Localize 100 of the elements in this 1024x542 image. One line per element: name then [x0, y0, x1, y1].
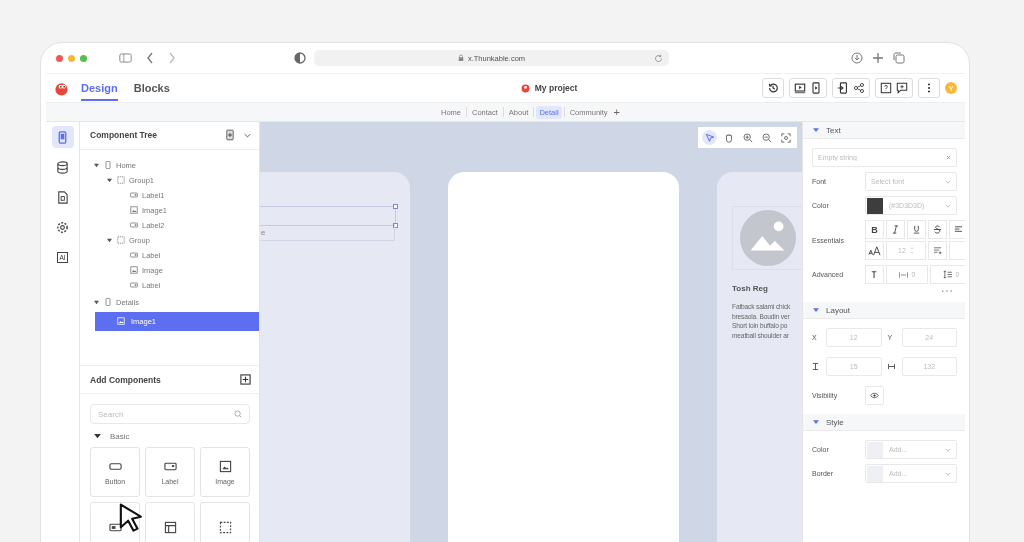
text-transform-button[interactable]: [865, 265, 884, 284]
image-icon: [218, 459, 232, 473]
underline-icon: [912, 225, 921, 234]
component-text: e: [261, 228, 266, 237]
fit-button[interactable]: [778, 130, 793, 145]
dashed-square-icon: [117, 236, 125, 245]
add-screen-icon[interactable]: [226, 129, 234, 142]
eye-icon: [870, 392, 879, 399]
phone-icon: [104, 161, 112, 170]
zoom-button[interactable]: [80, 54, 87, 62]
profile-name: Tosh Reg: [732, 284, 768, 293]
expand-caret-icon[interactable]: [94, 162, 99, 168]
label-icon: [130, 281, 138, 290]
search-icon: [234, 410, 242, 418]
expand-caret-icon[interactable]: [107, 237, 112, 243]
cursor-icon: [118, 502, 145, 534]
italic-button[interactable]: [886, 220, 905, 239]
download-icon[interactable]: [851, 52, 863, 64]
label-icon: [130, 191, 138, 200]
align-button[interactable]: [949, 220, 965, 239]
add-page-button[interactable]: +: [610, 106, 623, 118]
close-button[interactable]: [56, 54, 63, 62]
text-wrap-icon: [933, 246, 942, 255]
section-header[interactable]: Text: [803, 122, 965, 139]
zoom-out-icon: [761, 132, 772, 143]
chevron-icon: [945, 203, 951, 208]
history-button[interactable]: [762, 78, 784, 98]
sidebar-icon[interactable]: [119, 52, 132, 64]
bold-button[interactable]: B: [865, 220, 884, 239]
collapse-icon[interactable]: [244, 132, 251, 138]
search-field[interactable]: Search: [90, 404, 250, 424]
phone-icon: [56, 130, 69, 144]
section-header[interactable]: Style: [803, 414, 965, 431]
help-button[interactable]: [880, 82, 892, 94]
width-icon: [887, 363, 895, 370]
pointer-tool[interactable]: [702, 130, 717, 145]
component-tile[interactable]: [200, 502, 250, 542]
logo-icon: [54, 80, 69, 96]
panel-title: Add Components: [90, 374, 161, 385]
align-left-icon: [954, 225, 963, 234]
feedback-button[interactable]: [896, 82, 908, 94]
label-icon: [130, 221, 138, 230]
expand-caret-icon[interactable]: [107, 177, 112, 183]
project-icon: [520, 83, 530, 93]
letter-spacing-icon: [898, 271, 908, 278]
mode-tab[interactable]: Design: [81, 75, 118, 101]
selection-box[interactable]: e: [260, 224, 395, 241]
download-app-button[interactable]: [837, 82, 849, 94]
line-height-icon: [942, 270, 952, 279]
text-icon: [870, 270, 879, 279]
strikethrough-icon: [933, 225, 942, 234]
component-tile[interactable]: [145, 502, 195, 542]
comment-add-icon: [896, 82, 908, 94]
category-header[interactable]: Basic: [94, 432, 250, 441]
zoom-out-button[interactable]: [759, 130, 774, 145]
shield-icon[interactable]: [294, 52, 306, 64]
tabs-icon[interactable]: [893, 52, 905, 64]
chevron-icon: [945, 179, 951, 184]
pointer-icon: [704, 132, 715, 143]
zoom-in-button[interactable]: [740, 130, 755, 145]
visibility-toggle[interactable]: [865, 386, 884, 405]
play-icon: [794, 82, 806, 94]
image-placeholder-icon: [739, 209, 797, 267]
phone-icon: [104, 298, 112, 307]
reload-icon[interactable]: [654, 53, 663, 63]
phone-play-icon: [810, 82, 822, 94]
underline-button[interactable]: [907, 220, 926, 239]
preview-button[interactable]: [794, 82, 806, 94]
caret-icon: [813, 127, 819, 133]
back-icon[interactable]: [146, 52, 154, 64]
chevron-icon: [945, 471, 951, 476]
new-tab-icon[interactable]: [872, 52, 884, 64]
file-icon: [56, 190, 69, 204]
lock-icon: [457, 54, 464, 62]
height-icon: [812, 363, 819, 370]
caret-icon: [813, 419, 819, 425]
image-icon: [130, 206, 138, 215]
mode-tab[interactable]: Blocks: [133, 75, 170, 101]
add-icon[interactable]: [240, 374, 251, 386]
caret-icon: [94, 434, 101, 439]
share-button[interactable]: [853, 82, 865, 94]
database-icon: [56, 160, 69, 174]
history-icon: [767, 82, 779, 94]
label-icon: [130, 251, 138, 260]
wrap-button[interactable]: [928, 241, 947, 260]
device-preview-button[interactable]: [810, 82, 822, 94]
dashed-square-icon: [117, 176, 125, 185]
panel-title: Component Tree: [90, 130, 158, 141]
italic-icon: [891, 225, 900, 234]
dashed-square-icon: [218, 520, 232, 534]
layout-icon: [163, 520, 177, 534]
zoom-in-icon: [742, 132, 753, 143]
app-screen[interactable]: e: [260, 172, 410, 542]
section-header[interactable]: Layout: [803, 302, 965, 319]
expand-caret-icon[interactable]: [94, 299, 99, 305]
chevron-icon: [945, 447, 951, 452]
clear-icon[interactable]: [946, 155, 951, 160]
strikethrough-button[interactable]: [928, 220, 947, 239]
screens-tab[interactable]: [51, 126, 74, 148]
project-name: My project: [534, 83, 578, 93]
